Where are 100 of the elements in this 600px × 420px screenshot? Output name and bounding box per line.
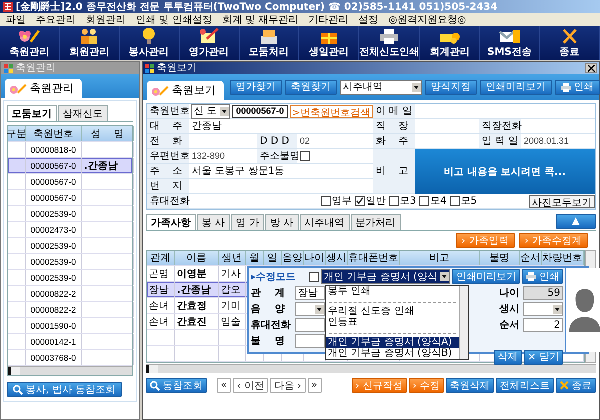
print-button[interactable]: 인쇄 [522,269,564,284]
mobile-field[interactable] [295,318,325,332]
dropdown-option[interactable]: 개인 기부금 증명서 (양식A) [326,337,459,348]
print-button[interactable]: 인쇄 [555,80,600,94]
type-select[interactable]: 신 도 [191,104,230,118]
unknown-field[interactable] [295,334,325,348]
caret-icon [553,304,562,314]
action-button[interactable]: 종료 [556,378,596,393]
action-button[interactable]: 전체리스트 [496,378,554,393]
toolbar-button[interactable]: 양식지정 [425,80,477,94]
collapse-button[interactable]: ▲ [556,214,596,229]
printer-icon [526,272,536,281]
vertical-scrollbar[interactable] [459,286,468,359]
table-row[interactable]: 00000567-0 [8,190,132,206]
column-header: 나이 [304,251,326,265]
menu-item[interactable]: ◎원격지원요청◎ [388,12,466,26]
table-row[interactable]: 00002539-0 [8,238,132,254]
search-button[interactable]: >번축원번호검색 [290,104,373,118]
order-field[interactable]: 2 [523,318,564,332]
checkbox-label: 일반 [366,195,386,208]
report-select[interactable]: 시주내역 [340,80,422,94]
caret-icon [440,272,450,281]
close-button[interactable]: × 닫기 [524,350,564,364]
tab[interactable]: 시주내역 [300,214,350,230]
relation-field[interactable]: 장남 [295,286,325,300]
tab[interactable]: 영 가 [231,214,264,230]
table-row[interactable]: 00000567-0 .간종남 [8,158,132,174]
checkbox[interactable] [309,272,319,282]
show-photos-button[interactable]: 사진모두보기 [529,194,595,208]
menu-item[interactable]: 회계 및 재무관리 [222,12,299,26]
close-button[interactable] [585,63,597,73]
age-field[interactable]: 59 [523,286,564,300]
table-row[interactable]: 00002473-0 [8,222,132,238]
dropdown-option[interactable]: 봉투 인쇄 [326,286,459,297]
table-cell-text: 기사 [221,268,241,280]
toolbar-button[interactable]: 모둠처리 [240,26,300,60]
toolbar-button[interactable]: 회원관리 [60,26,120,60]
menu-item[interactable]: 회원관리 [86,12,126,26]
member-number-field[interactable]: 00000567-0 [232,104,288,118]
toolbar-button[interactable]: 전체신도인쇄 [359,26,420,60]
dropdown-option[interactable]: 개인 기부금 증명서 (양식B) [326,348,459,359]
tab[interactable]: 봉 사 [197,214,230,230]
action-button[interactable]: 다음 › [270,378,306,393]
toolbar-button[interactable]: 회계관리 [420,26,480,60]
checkbox[interactable] [321,196,331,206]
column-header: 휴대폰번호 [348,251,400,265]
panel-tab[interactable]: 축원보기 [147,81,224,100]
toolbar-button[interactable]: SMS전송 [480,26,540,60]
tab[interactable]: 분가처리 [350,214,401,230]
menu-item[interactable]: 인쇄 및 인쇄설정 [136,12,212,26]
dropdown-option[interactable]: 인등표 [326,317,459,328]
field-label: 관 계 [251,287,286,300]
yinyang-select[interactable] [295,302,325,316]
table-row[interactable]: 00002539-0 [8,254,132,270]
tab[interactable]: 삼재신도 [58,105,108,121]
panel-tab[interactable]: 축원관리 [5,79,82,98]
toolbar-button[interactable]: 생일관리 [299,26,360,60]
tab[interactable]: 모둠보기 [7,105,57,121]
close-icon [588,64,594,72]
checkbox[interactable] [450,196,460,206]
table-row[interactable]: 00001590-0 [8,318,132,334]
checkbox[interactable] [300,151,310,161]
table-row[interactable]: 00002539-0 [8,206,132,222]
paper-pen-icon [197,27,222,45]
table-row[interactable]: 00000142-1 [8,334,132,350]
toolbar-button[interactable]: 봉사관리 [120,26,180,60]
note-preview-button[interactable]: 비고 내용을 보시려면 콕... [415,149,595,194]
toolbar-button[interactable]: 인쇄미리보기 [480,80,552,94]
document-select[interactable]: 개인 기부금 증명서 (양식 [321,269,450,284]
toolbar-button[interactable]: 영가관리 [180,26,240,60]
horizontal-scrollbar[interactable] [146,364,596,373]
dropdown-option[interactable]: 우리절 신도증 인쇄 [326,306,459,317]
menu-item[interactable]: 기타관리 [308,12,349,26]
birth-hour-select[interactable] [523,302,564,316]
tab[interactable]: 가족사항 [146,214,196,230]
action-button[interactable]: 동참조회 [146,378,207,393]
delete-button[interactable]: 삭제 [494,350,522,364]
toolbar-button[interactable]: 축원찾기 [285,80,337,94]
action-button[interactable]: » [308,378,322,393]
menu-item[interactable]: 주요관리 [36,12,76,26]
toolbar-button[interactable]: 영가찾기 [230,80,282,94]
checkbox[interactable] [355,196,365,206]
tab[interactable]: 방 사 [265,214,299,230]
checkbox[interactable] [419,196,430,206]
horizontal-scrollbar[interactable] [8,366,132,375]
table-row[interactable]: 00000567-0 [8,174,132,190]
table-row[interactable]: 00000822-2 [8,302,132,318]
toolbar-button[interactable]: 축원관리 [0,26,60,60]
toolbar-button[interactable]: 종료 [540,26,600,60]
lookup-button[interactable]: 봉사, 법사 동참조회 [7,382,122,397]
app-title: [金剛爵士]2.0 종무전산화 전문 투투컴퓨터(TwoTwo Computer) ☎ 02)585-1141 051)505-2434 [16,0,498,14]
action-button[interactable]: « [217,378,232,393]
checkbox[interactable] [389,196,399,206]
action-button[interactable]: 축원삭제 [446,378,494,393]
action-button[interactable]: ‹ 이전 [233,378,268,393]
preview-button[interactable]: 인쇄미리보기 [452,269,520,284]
table-row[interactable]: 00002539-0 [8,270,132,286]
menu-item[interactable]: 파일 [6,12,26,26]
table-row[interactable]: 00000822-2 [8,286,132,302]
menu-item[interactable]: 설정 [358,12,379,26]
